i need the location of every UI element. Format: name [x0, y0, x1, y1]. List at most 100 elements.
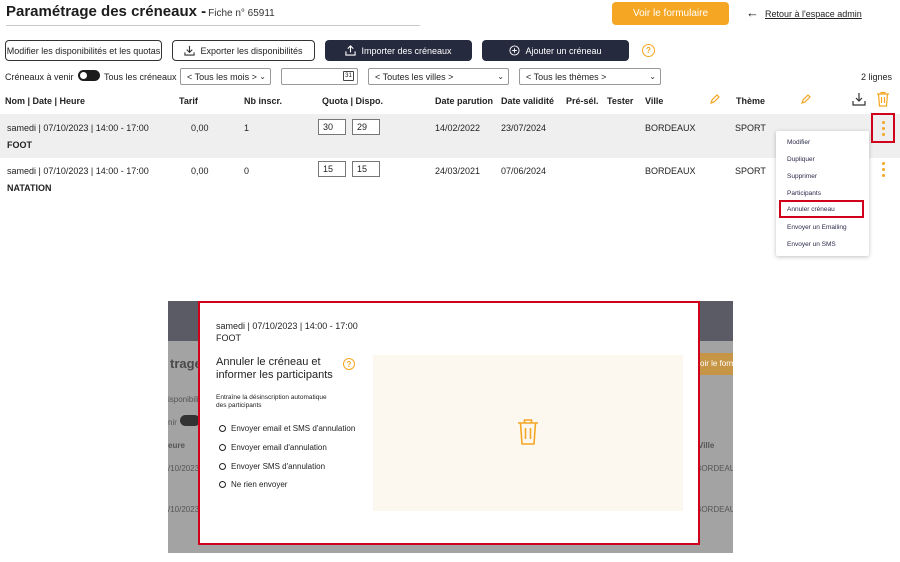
row-actions-button[interactable] [871, 113, 895, 143]
upcoming-slots-label: Créneaux à venir [5, 72, 74, 82]
row-theme: SPORT [735, 166, 766, 176]
row-name: FOOT [7, 140, 32, 150]
bg-city-fragment: BORDEAUX [696, 505, 733, 514]
theme-select[interactable]: < Tous les thèmes > ⌄ [519, 68, 661, 85]
row-name: NATATION [7, 183, 52, 193]
option-sms-label: Envoyer SMS d'annulation [231, 462, 326, 471]
col-name: Nom | Date | Heure [5, 96, 86, 106]
title-divider [6, 25, 420, 26]
bg-city-header: Ville [698, 441, 715, 450]
help-icon[interactable]: ? [642, 44, 655, 57]
menu-item-modify[interactable]: Modifier [787, 139, 810, 146]
import-slots-button[interactable]: Importer des créneaux [325, 40, 472, 61]
date-input[interactable]: 31 [281, 68, 358, 85]
col-price: Tarif [179, 96, 198, 106]
page-title: Paramétrage des créneaux - Fiche n° 65911 [6, 3, 275, 20]
table-row[interactable] [0, 114, 900, 158]
upload-icon [345, 45, 357, 56]
edit-theme-icon[interactable] [800, 93, 812, 107]
menu-item-cancel-slot[interactable]: Annuler créneau [779, 200, 864, 218]
calendar-icon[interactable]: 31 [343, 71, 354, 81]
all-slots-label: Tous les créneaux [104, 72, 177, 82]
option-email-label: Envoyer email d'annulation [231, 443, 327, 452]
plus-circle-icon [509, 45, 521, 56]
available-input[interactable]: 29 [352, 119, 380, 135]
bg-filter-fragment: nir [168, 418, 177, 427]
row-validity-date: 23/07/2024 [501, 123, 547, 133]
modal-help-icon[interactable]: ? [343, 358, 355, 370]
modify-availability-button[interactable]: Modifier les disponibilités et les quota… [5, 40, 162, 61]
col-theme: Thème [736, 96, 766, 106]
bg-button-fragment: oir le form [698, 353, 733, 375]
radio-email[interactable] [219, 444, 226, 451]
export-availability-button[interactable]: Exporter les disponibilités [172, 40, 315, 61]
menu-item-sms[interactable]: Envoyer un SMS [787, 241, 836, 248]
bg-header-fragment: eure [168, 441, 185, 450]
row-actions-button[interactable] [881, 162, 886, 177]
download-icon[interactable] [851, 91, 867, 109]
quota-input[interactable]: 15 [318, 161, 346, 177]
page-subtitle: Fiche n° 65911 [208, 8, 275, 19]
add-slot-button[interactable]: Ajouter un créneau [482, 40, 629, 61]
kebab-icon [881, 120, 886, 136]
cancel-slot-modal: samedi | 07/10/2023 | 14:00 - 17:00 FOOT… [198, 301, 700, 545]
modal-slot-name: FOOT [216, 333, 241, 343]
menu-item-emailing[interactable]: Envoyer un Emailing [787, 224, 847, 231]
radio-sms[interactable] [219, 463, 226, 470]
chevron-down-icon: ⌄ [497, 72, 504, 81]
row-city: BORDEAUX [645, 123, 696, 133]
row-count: 2 lignes [861, 72, 893, 82]
radio-email-sms[interactable] [219, 425, 226, 432]
col-city: Ville [645, 96, 664, 106]
kebab-icon [881, 162, 886, 177]
row-theme: SPORT [735, 123, 766, 133]
trash-icon[interactable] [876, 91, 890, 109]
row-datetime: samedi | 07/10/2023 | 14:00 - 17:00 [7, 123, 149, 133]
row-actions-menu: Modifier Dupliquer Supprimer Participant… [776, 131, 869, 256]
chevron-down-icon: ⌄ [259, 72, 266, 81]
row-price: 0,00 [191, 123, 209, 133]
cancel-confirm-area[interactable] [373, 355, 683, 511]
city-select[interactable]: < Toutes les villes > ⌄ [368, 68, 509, 85]
row-datetime: samedi | 07/10/2023 | 14:00 - 17:00 [7, 166, 149, 176]
row-validity-date: 07/06/2024 [501, 166, 547, 176]
available-input[interactable]: 15 [352, 161, 380, 177]
row-registered: 0 [244, 166, 250, 176]
menu-item-delete[interactable]: Supprimer [787, 173, 817, 180]
add-slot-label: Ajouter un créneau [525, 45, 602, 56]
view-form-button[interactable]: Voir le formulaire [612, 2, 729, 25]
back-arrow-icon[interactable]: ← [746, 6, 759, 19]
month-select[interactable]: < Tous les mois > ⌄ [180, 68, 271, 85]
download-icon [184, 45, 196, 56]
col-quota: Quota | Dispo. [322, 96, 384, 106]
bg-date-fragment: /10/2023 [168, 464, 200, 473]
modal-datetime: samedi | 07/10/2023 | 14:00 - 17:00 [216, 321, 358, 331]
modal-heading-line2: informer les participants [216, 369, 333, 381]
row-publish-date: 24/03/2021 [435, 166, 481, 176]
back-to-admin-link[interactable]: Retour à l'espace admin [765, 9, 862, 19]
col-publish-date: Date parution [435, 96, 494, 106]
chevron-down-icon: ⌄ [649, 72, 656, 81]
bg-toolbar-fragment: isponibili [168, 395, 199, 404]
bg-date-fragment: /10/2023 [168, 505, 200, 514]
trash-icon[interactable] [516, 418, 540, 448]
edit-city-icon[interactable] [709, 93, 721, 107]
option-none-label: Ne rien envoyer [231, 480, 288, 489]
menu-item-participants[interactable]: Participants [787, 190, 821, 197]
row-registered: 1 [244, 123, 250, 133]
bg-toggle [180, 415, 200, 426]
slots-toggle[interactable] [78, 70, 100, 81]
quota-input[interactable]: 30 [318, 119, 346, 135]
modal-desc-line2: des participants [216, 402, 262, 409]
radio-none[interactable] [219, 481, 226, 488]
row-publish-date: 14/02/2022 [435, 123, 481, 133]
menu-item-duplicate[interactable]: Dupliquer [787, 156, 815, 163]
bg-city-fragment: BORDEAUX [696, 464, 733, 473]
option-email-sms-label: Envoyer email et SMS d'annulation [231, 424, 356, 433]
modal-heading-line1: Annuler le créneau et [216, 356, 321, 368]
export-label: Exporter les disponibilités [200, 45, 303, 56]
modal-desc-line1: Entraîne la désinscription automatique [216, 394, 327, 401]
col-registered: Nb inscr. [244, 96, 283, 106]
row-price: 0,00 [191, 166, 209, 176]
col-preselection: Pré-sél. [566, 96, 599, 106]
